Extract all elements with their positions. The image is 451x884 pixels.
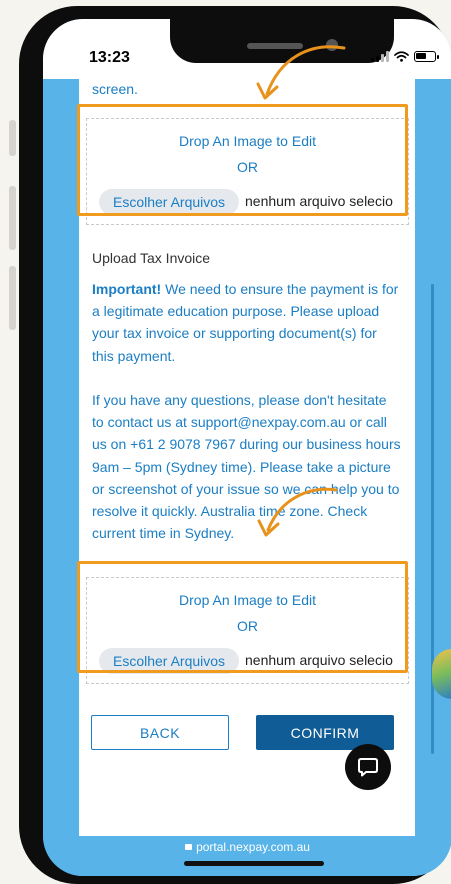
home-indicator[interactable] bbox=[184, 861, 324, 866]
stage: 13:23 screen. Drop An Image to Edit OR E… bbox=[0, 0, 451, 884]
status-icons bbox=[371, 51, 439, 62]
dropzone-tax-document[interactable]: Drop An Image to Edit OR Escolher Arquiv… bbox=[86, 118, 409, 225]
lock-icon bbox=[185, 844, 193, 850]
speaker bbox=[247, 43, 303, 49]
signal-icon bbox=[371, 51, 389, 62]
mute-switch bbox=[9, 120, 16, 156]
file-status-text: nenhum arquivo selecio bbox=[245, 652, 393, 668]
browser-bottom-bar: portal.nexpay.com.au bbox=[43, 836, 451, 876]
chat-icon bbox=[358, 758, 378, 777]
status-bar: 13:23 bbox=[43, 19, 451, 79]
url-bar[interactable]: portal.nexpay.com.au bbox=[43, 840, 451, 854]
volume-up-button bbox=[9, 186, 16, 250]
choose-files-button[interactable]: Escolher Arquivos bbox=[99, 189, 240, 215]
chat-button[interactable] bbox=[345, 744, 391, 790]
dropzone-title: Drop An Image to Edit bbox=[179, 592, 316, 608]
status-time: 13:23 bbox=[89, 49, 130, 66]
file-status-text: nenhum arquivo selecio bbox=[245, 193, 393, 209]
previous-text: screen. bbox=[92, 81, 138, 97]
back-button[interactable]: BACK bbox=[91, 715, 229, 750]
notch bbox=[170, 19, 394, 63]
choose-files-button[interactable]: Escolher Arquivos bbox=[99, 648, 240, 674]
dropzone-tax-invoice[interactable]: Drop An Image to Edit OR Escolher Arquiv… bbox=[86, 577, 409, 684]
dropzone-or: OR bbox=[237, 159, 258, 175]
front-camera bbox=[326, 39, 338, 51]
important-label: Important! bbox=[92, 281, 162, 297]
help-text: If you have any questions, please don't … bbox=[92, 392, 401, 542]
page-content: screen. Drop An Image to Edit OR Escolhe… bbox=[79, 79, 415, 836]
dropzone-title: Drop An Image to Edit bbox=[179, 133, 316, 149]
battery-icon bbox=[414, 51, 439, 62]
wifi-icon bbox=[394, 51, 409, 62]
dropzone-or: OR bbox=[237, 618, 258, 634]
upload-tax-invoice-label: Upload Tax Invoice bbox=[92, 250, 211, 266]
background-decoration bbox=[432, 649, 451, 699]
url-text: portal.nexpay.com.au bbox=[196, 840, 310, 854]
phone-screen: 13:23 screen. Drop An Image to Edit OR E… bbox=[43, 19, 451, 876]
volume-down-button bbox=[9, 266, 16, 330]
important-notice: Important! We need to ensure the payment… bbox=[92, 278, 402, 367]
